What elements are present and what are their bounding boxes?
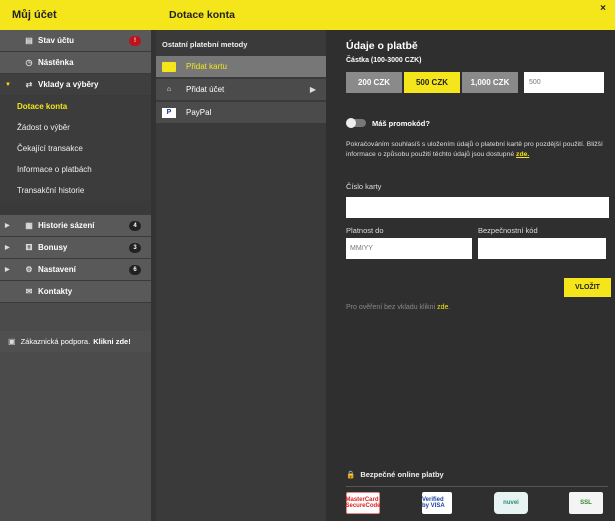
verified-by-visa-logo: Verified by VISA bbox=[422, 492, 452, 514]
verify-period: . bbox=[448, 304, 451, 311]
expand-down-icon: ▼ bbox=[5, 81, 11, 88]
method-add-card[interactable]: ▬ Přidat kartu bbox=[156, 56, 326, 77]
sidebar-item-contacts[interactable]: ✉ Kontakty bbox=[0, 281, 151, 303]
history-icon: ▦ bbox=[25, 221, 33, 230]
consent-link[interactable]: zde. bbox=[516, 151, 529, 158]
amount-1000-button[interactable]: 1,000 CZK bbox=[462, 72, 518, 93]
method-add-account[interactable]: ⌂ Přidat účet ▶ bbox=[156, 79, 326, 100]
method-label: PayPal bbox=[186, 108, 212, 117]
methods-title: Ostatní platební metody bbox=[162, 40, 248, 49]
submenu-item-withdrawal-request[interactable]: Žádost o výběr bbox=[0, 117, 151, 138]
consent-text: Pokračováním souhlasíš s uložením údajů … bbox=[346, 140, 610, 159]
submenu-item-transaction-history[interactable]: Transakční historie bbox=[0, 180, 151, 201]
account-sidebar: Můj účet ▤ Stav účtu ! ◷ Nástěnka ▼ ⇄ Vk… bbox=[0, 0, 151, 521]
amount-input[interactable] bbox=[524, 72, 604, 93]
account-title: Můj účet bbox=[0, 0, 151, 30]
sidebar-item-bonuses[interactable]: ▶ ⚅ Bonusy 3 bbox=[0, 237, 151, 259]
card-number-label: Číslo karty bbox=[346, 182, 382, 191]
mastercard-securecode-logo: MasterCard SecureCode bbox=[346, 492, 381, 514]
expand-right-icon: ▶ bbox=[5, 223, 10, 229]
expiry-label: Platnost do bbox=[346, 226, 384, 235]
sidebar-item-dashboard[interactable]: ◷ Nástěnka bbox=[0, 52, 151, 74]
support-text: Zákaznická podpora. bbox=[20, 337, 91, 346]
count-badge: 4 bbox=[129, 221, 141, 231]
deposit-title: Dotace konta bbox=[169, 9, 235, 21]
promo-toggle[interactable] bbox=[346, 118, 366, 128]
submenu-spacer bbox=[0, 201, 151, 215]
method-label: Přidat účet bbox=[186, 85, 225, 94]
nuvei-logo: nuvei bbox=[494, 492, 528, 514]
sidebar-item-betting-history[interactable]: ▶ ▦ Historie sázení 4 bbox=[0, 215, 151, 237]
sidebar-item-label: Nástěnka bbox=[38, 58, 74, 67]
submenu-item-account-topup[interactable]: Dotace konta bbox=[0, 96, 151, 117]
transfer-icon: ⇄ bbox=[25, 80, 33, 89]
deposit-submit-button[interactable]: VLOŽIT bbox=[564, 278, 611, 297]
payment-form: Údaje o platbě Částka (100-3000 CZK) 200… bbox=[326, 30, 615, 521]
sidebar-item-label: Historie sázení bbox=[38, 221, 95, 230]
secure-payments-label: 🔒 Bezpečné online platby bbox=[346, 470, 444, 479]
chat-icon: ▣ bbox=[8, 337, 16, 346]
cvv-input[interactable] bbox=[478, 238, 606, 259]
method-label: Přidat kartu bbox=[186, 62, 227, 71]
submenu-item-pending-transactions[interactable]: Čekající transakce bbox=[0, 138, 151, 159]
deposit-header: Dotace konta × bbox=[151, 0, 615, 30]
ssl-logo: SSL bbox=[569, 492, 603, 514]
divider bbox=[346, 486, 608, 487]
lock-icon: 🔒 bbox=[346, 470, 356, 479]
sidebar-item-balance[interactable]: ▤ Stav účtu ! bbox=[0, 30, 151, 52]
payment-title: Údaje o platbě bbox=[346, 40, 418, 52]
sidebar-item-settings[interactable]: ▶ ⚙ Nastavení 6 bbox=[0, 259, 151, 281]
alert-badge: ! bbox=[129, 36, 141, 46]
amount-label: Částka (100-3000 CZK) bbox=[346, 57, 422, 64]
expand-right-icon: ▶ bbox=[5, 245, 10, 251]
paypal-icon: P bbox=[162, 107, 176, 118]
support-click-here: Klikni zde! bbox=[93, 337, 131, 346]
amount-200-button[interactable]: 200 CZK bbox=[346, 72, 402, 93]
count-badge: 6 bbox=[129, 265, 141, 275]
chevron-right-icon: ▶ bbox=[309, 85, 316, 94]
sidebar-item-label: Bonusy bbox=[38, 243, 68, 252]
payment-methods-panel: Ostatní platební metody ▬ Přidat kartu ⌂… bbox=[156, 30, 326, 521]
envelope-icon: ✉ bbox=[25, 287, 33, 296]
card-icon: ▬ bbox=[162, 61, 176, 72]
count-badge: 3 bbox=[129, 243, 141, 253]
wallet-icon: ▤ bbox=[25, 36, 33, 45]
consent-body: Pokračováním souhlasíš s uložením údajů … bbox=[346, 141, 603, 158]
bank-icon: ⌂ bbox=[166, 85, 172, 93]
gift-icon: ⚅ bbox=[25, 243, 33, 252]
customer-support-link[interactable]: ▣ Zákaznická podpora. Klikni zde! bbox=[0, 331, 151, 352]
verify-body: Pro ověření bez vkladu klikni bbox=[346, 304, 436, 311]
promo-label: Máš promokód? bbox=[372, 119, 430, 128]
gear-icon: ⚙ bbox=[25, 265, 33, 274]
secure-text: Bezpečné online platby bbox=[360, 470, 444, 479]
card-number-input[interactable] bbox=[346, 197, 609, 218]
deposits-submenu: Dotace konta Žádost o výběr Čekající tra… bbox=[0, 96, 151, 215]
submenu-item-payment-info[interactable]: Informace o platbách bbox=[0, 159, 151, 180]
dashboard-icon: ◷ bbox=[25, 58, 33, 67]
cvv-label: Bezpečnostní kód bbox=[478, 226, 538, 235]
sidebar-item-label: Kontakty bbox=[38, 287, 73, 296]
expand-right-icon: ▶ bbox=[5, 267, 10, 273]
amount-500-button[interactable]: 500 CZK bbox=[404, 72, 460, 93]
sidebar-item-label: Stav účtu bbox=[38, 36, 75, 45]
verify-link[interactable]: zde bbox=[437, 304, 448, 311]
method-paypal[interactable]: P PayPal bbox=[156, 102, 326, 123]
sidebar-item-label: Vklady a výběry bbox=[38, 80, 99, 89]
sidebar-item-label: Nastavení bbox=[38, 265, 76, 274]
close-icon[interactable]: × bbox=[600, 3, 606, 14]
expiry-input[interactable] bbox=[346, 238, 472, 259]
verify-text: Pro ověření bez vkladu klikni zde. bbox=[346, 304, 450, 311]
sidebar-item-deposits-withdrawals[interactable]: ▼ ⇄ Vklady a výběry bbox=[0, 74, 151, 96]
